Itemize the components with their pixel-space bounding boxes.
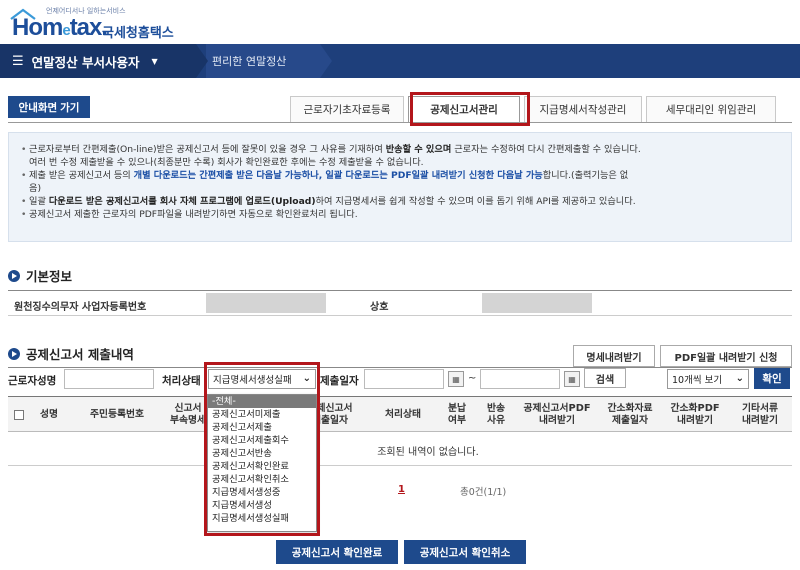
confirm-complete-button[interactable]: 공제신고서 확인완료 [276,540,398,564]
employee-name-label: 근로자성명 [8,375,57,387]
status-label: 처리상태 [162,375,201,387]
dropdown-option[interactable]: 공제신고서제출 [208,421,316,434]
col-other-documents: 기타서류 내려받기 [741,403,779,426]
guide-screen-button[interactable]: 안내화면 가기 [8,96,90,118]
select-all-checkbox[interactable] [14,410,24,420]
notice-box: 근로자로부터 간편제출(On-line)받은 공제신고서 등에 잘못이 있을 경… [8,132,792,242]
col-installment: 분납 여부 [447,403,467,426]
hamburger-icon: ☰ [12,53,24,69]
date-range-separator: ~ [468,373,477,384]
biz-number-label: 원천징수의무자 사업자등록번호 [14,302,147,313]
chevron-down-icon: ⌄ [302,373,311,384]
company-name-label: 상호 [370,302,389,313]
nav-bar: ☰ 연말정산 부서사용자 ▼ 편리한 연말정산 [0,44,800,78]
calendar-icon[interactable]: ▦ [564,371,580,387]
section-arrow-icon [8,269,20,282]
chevron-down-icon: ▼ [151,56,158,66]
tab-payment-statement[interactable]: 지급명세서작성관리 [524,96,642,122]
notice-line: 음) [29,183,42,194]
col-pdf-download: 공제신고서PDF 내려받기 [523,403,591,426]
logo-korean-name: 국세청홈택스 [102,26,174,41]
notice-line: 일괄 다운로드 받은 공제신고서를 회사 자체 프로그램에 업로드(Upload… [21,195,779,208]
date-from-input[interactable] [364,369,444,389]
col-name: 성명 [39,409,59,420]
top-header: 언제어디서나 일하는서비스 Hometax. 국세청홈택스 [0,0,800,44]
col-attached-statement: 신고서 부속명세 [169,403,207,426]
tab-employee-basic-data[interactable]: 근로자기초자료등록 [290,96,404,122]
logo-wordmark: Hometax. [12,14,108,41]
search-button[interactable]: 검색 [584,368,626,388]
chevron-down-icon: ⌄ [735,373,744,384]
employee-name-input[interactable] [64,369,154,389]
status-select[interactable]: 지급명세서생성실패 ⌄ [208,369,316,389]
tab-tax-agent-delegation[interactable]: 세무대리인 위임관리 [646,96,776,122]
dropdown-option[interactable]: 지급명세서생성 [208,499,316,512]
tab-deduction-report-management[interactable]: 공제신고서관리 [408,96,520,122]
dropdown-option-all[interactable]: -전체- [208,395,316,408]
company-name-value [482,293,592,313]
basic-info-row: 원천징수의무자 사업자등록번호 상호 [8,290,792,316]
col-status: 처리상태 [384,409,422,420]
nav-menu-title: 연말정산 부서사용자 [31,54,140,70]
submissions-title: 공제신고서 제출내역 [8,344,134,363]
col-simplified-pdf: 간소화PDF 내려받기 [670,403,720,426]
page-size-select[interactable]: 10개씩 보기 ⌄ [667,369,749,389]
total-count: 총0건(1/1) [460,487,507,498]
date-to-input[interactable] [480,369,560,389]
col-return-reason: 반송 사유 [486,403,506,426]
notice-line: 여러 번 수정 제출받을 수 있으나(최종분만 수록) 회사가 확인완료한 후에… [29,157,424,168]
confirm-cancel-button[interactable]: 공제신고서 확인취소 [404,540,526,564]
dropdown-option[interactable]: 공제신고서확인취소 [208,473,316,486]
biz-number-value [206,293,326,313]
table-header: 성명 주민등록번호 신고서 부속명세 공제신고서 제출일자 처리상태 분납 여부… [8,396,792,432]
notice-line: 근로자로부터 간편제출(On-line)받은 공제신고서 등에 잘못이 있을 경… [21,143,779,156]
dropdown-option[interactable]: 공제신고서제출회수 [208,434,316,447]
col-simplified-submit-date: 간소화자료 제출일자 [607,403,653,426]
table-row: 조회된 내역이 없습니다. [8,432,792,466]
basic-info-title: 기본정보 [8,266,72,285]
dropdown-option[interactable]: 공제신고서확인완료 [208,460,316,473]
notice-line: 공제신고서 제출한 근로자의 PDF파일을 내려받기하면 자동으로 확인완료처리… [21,208,779,221]
col-resident-number: 주민등록번호 [89,409,145,420]
dropdown-option[interactable]: 지급명세서생성실패 [208,512,316,525]
pdf-bulk-download-request-button[interactable]: PDF일괄 내려받기 신청 [660,345,792,367]
tab-bar: 근로자기초자료등록 공제신고서관리 지급명세서작성관리 세무대리인 위임관리 [290,96,780,122]
status-dropdown-list: -전체- 공제신고서미제출 공제신고서제출 공제신고서제출회수 공제신고서반송 … [207,394,317,532]
section-arrow-icon [8,347,20,360]
notice-line: 제출 받은 공제신고서 등의 개별 다운로드는 간편제출 받은 다음날 가능하나… [21,169,779,182]
dropdown-option[interactable]: 공제신고서미제출 [208,408,316,421]
nav-sub-menu[interactable]: 편리한 연말정산 [212,44,286,78]
submit-date-label: 제출일자 [320,375,359,387]
page-link[interactable]: 1 [398,484,405,495]
page-size-confirm-button[interactable]: 확인 [754,368,790,389]
nav-sub-title: 편리한 연말정산 [212,55,287,68]
nav-main-menu[interactable]: ☰ 연말정산 부서사용자 ▼ [0,44,196,78]
dropdown-option[interactable]: 공제신고서반송 [208,447,316,460]
dropdown-option[interactable]: 지급명세서생성중 [208,486,316,499]
detail-download-button[interactable]: 명세내려받기 [573,345,655,367]
calendar-icon[interactable]: ▦ [448,371,464,387]
empty-message: 조회된 내역이 없습니다. [377,447,479,458]
